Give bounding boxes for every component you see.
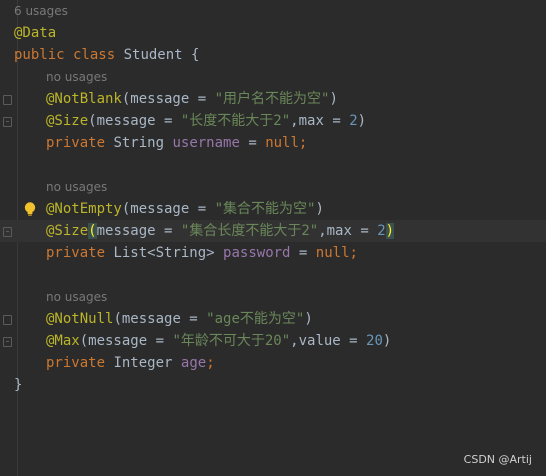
field-hint-line: no usages [0,176,546,198]
annotation-args: (message = [121,201,215,217]
string-literal: "集合不能为空" [214,201,316,217]
annotation-args: ,value = [290,333,367,349]
annotation-args: (message = [121,91,215,107]
field-name: password [223,245,291,261]
field-declaration-age: private Integer age; [46,352,215,374]
class-declaration: public class Student { [14,44,199,66]
private-keyword: private [46,135,106,151]
no-usages-hint[interactable]: no usages [46,286,107,308]
class-keyword: public class [14,47,116,63]
field-hint-line: no usages [0,286,546,308]
null-keyword: null [265,135,299,151]
string-literal: "集合长度不能大于2" [180,223,319,239]
fold-marker-icon[interactable] [3,95,12,105]
annotation-name: @NotBlank [46,91,122,107]
annotation-args: (message = [79,333,173,349]
annotation-close: ) [329,91,338,107]
annotation-close: ) [357,113,367,129]
matched-paren-close: ) [385,223,395,239]
annotation-max: @Max(message = "年龄不可大于20",value = 20) [46,330,391,352]
code-line-class-decl[interactable]: public class Student { [0,44,546,66]
annotation-name: @NotNull [46,311,114,327]
string-literal: "用户名不能为空" [214,91,330,107]
code-line-annotation[interactable]: @NotNull(message = "age不能为空") [0,308,546,330]
annotation-name: @Size [46,113,89,129]
assign-operator: = [239,135,266,151]
open-brace: { [191,47,200,63]
no-usages-hint[interactable]: no usages [46,66,107,88]
annotation-close: ) [304,311,313,327]
field-declaration-password: private List<String> password = null; [46,242,358,264]
private-keyword: private [46,355,106,371]
fold-marker-icon[interactable] [3,337,12,347]
field-name: age [180,355,207,371]
annotation-notempty: @NotEmpty(message = "集合不能为空") [46,198,324,220]
semicolon: ; [206,355,215,371]
code-line-annotation[interactable]: @Size(message = "长度不能大于2",max = 2) [0,110,546,132]
field-declaration-username: private String username = null; [46,132,307,154]
number-literal: 2 [377,223,386,239]
semicolon: ; [349,245,358,261]
code-editor[interactable]: 6 usages @Data public class Student { no… [0,0,546,476]
code-line-annotation[interactable]: @Max(message = "年龄不可大于20",value = 20) [0,330,546,352]
no-usages-hint[interactable]: no usages [46,176,107,198]
annotation-notnull: @NotNull(message = "age不能为空") [46,308,313,330]
number-literal: 2 [349,113,358,129]
semicolon: ; [298,135,308,151]
annotation-args: ,max = [318,223,378,239]
code-line-annotation[interactable]: @NotBlank(message = "用户名不能为空") [0,88,546,110]
code-line-class-close[interactable]: } [0,374,546,396]
close-brace: } [14,377,23,393]
usages-hint[interactable]: 6 usages [14,0,68,22]
annotation-args: ,max = [290,113,350,129]
annotation-close: ) [315,201,324,217]
number-literal: 20 [366,333,383,349]
code-line-annotation[interactable]: @NotEmpty(message = "集合不能为空") [0,198,546,220]
watermark: CSDN @Artij [463,453,532,466]
code-line-field-decl[interactable]: private Integer age; [0,352,546,374]
lightbulb-icon[interactable] [22,201,38,217]
annotation-name: @NotEmpty [46,201,122,217]
annotation-name: @Max [46,333,80,349]
data-annotation: @Data [14,25,57,41]
fold-marker-icon[interactable] [3,227,12,237]
fold-marker-icon[interactable] [3,315,12,325]
field-type: List<String> [113,245,215,261]
annotation-close: ) [382,333,392,349]
field-type: String [113,135,165,151]
string-literal: "age不能为空" [206,311,305,327]
annotation-args: message = [96,223,181,239]
annotation-notblank: @NotBlank(message = "用户名不能为空") [46,88,338,110]
string-literal: "长度不能大于2" [180,113,291,129]
assign-operator: = [290,245,316,261]
private-keyword: private [46,245,106,261]
annotation-size: @Size(message = "长度不能大于2",max = 2) [46,110,366,132]
matched-paren-open: ( [88,223,97,239]
code-line-field-decl[interactable]: private String username = null; [0,132,546,154]
fold-marker-icon[interactable] [3,117,12,127]
usages-hint-line: 6 usages [0,0,546,22]
code-line-annotation-current[interactable]: @Size(message = "集合长度不能大于2",max = 2) [0,220,546,242]
annotation-args: (message = [113,311,207,327]
string-literal: "年龄不可大于20" [172,333,291,349]
field-name: username [172,135,240,151]
annotation-name: @Size [46,223,89,239]
annotation-size: @Size(message = "集合长度不能大于2",max = 2) [46,220,395,242]
code-line-data-annotation[interactable]: @Data [0,22,546,44]
null-keyword: null [315,245,350,261]
class-name: Student [123,47,183,63]
field-hint-line: no usages [0,66,546,88]
annotation-args: (message = [88,113,181,129]
code-line-field-decl[interactable]: private List<String> password = null; [0,242,546,264]
field-type: Integer [113,355,173,371]
